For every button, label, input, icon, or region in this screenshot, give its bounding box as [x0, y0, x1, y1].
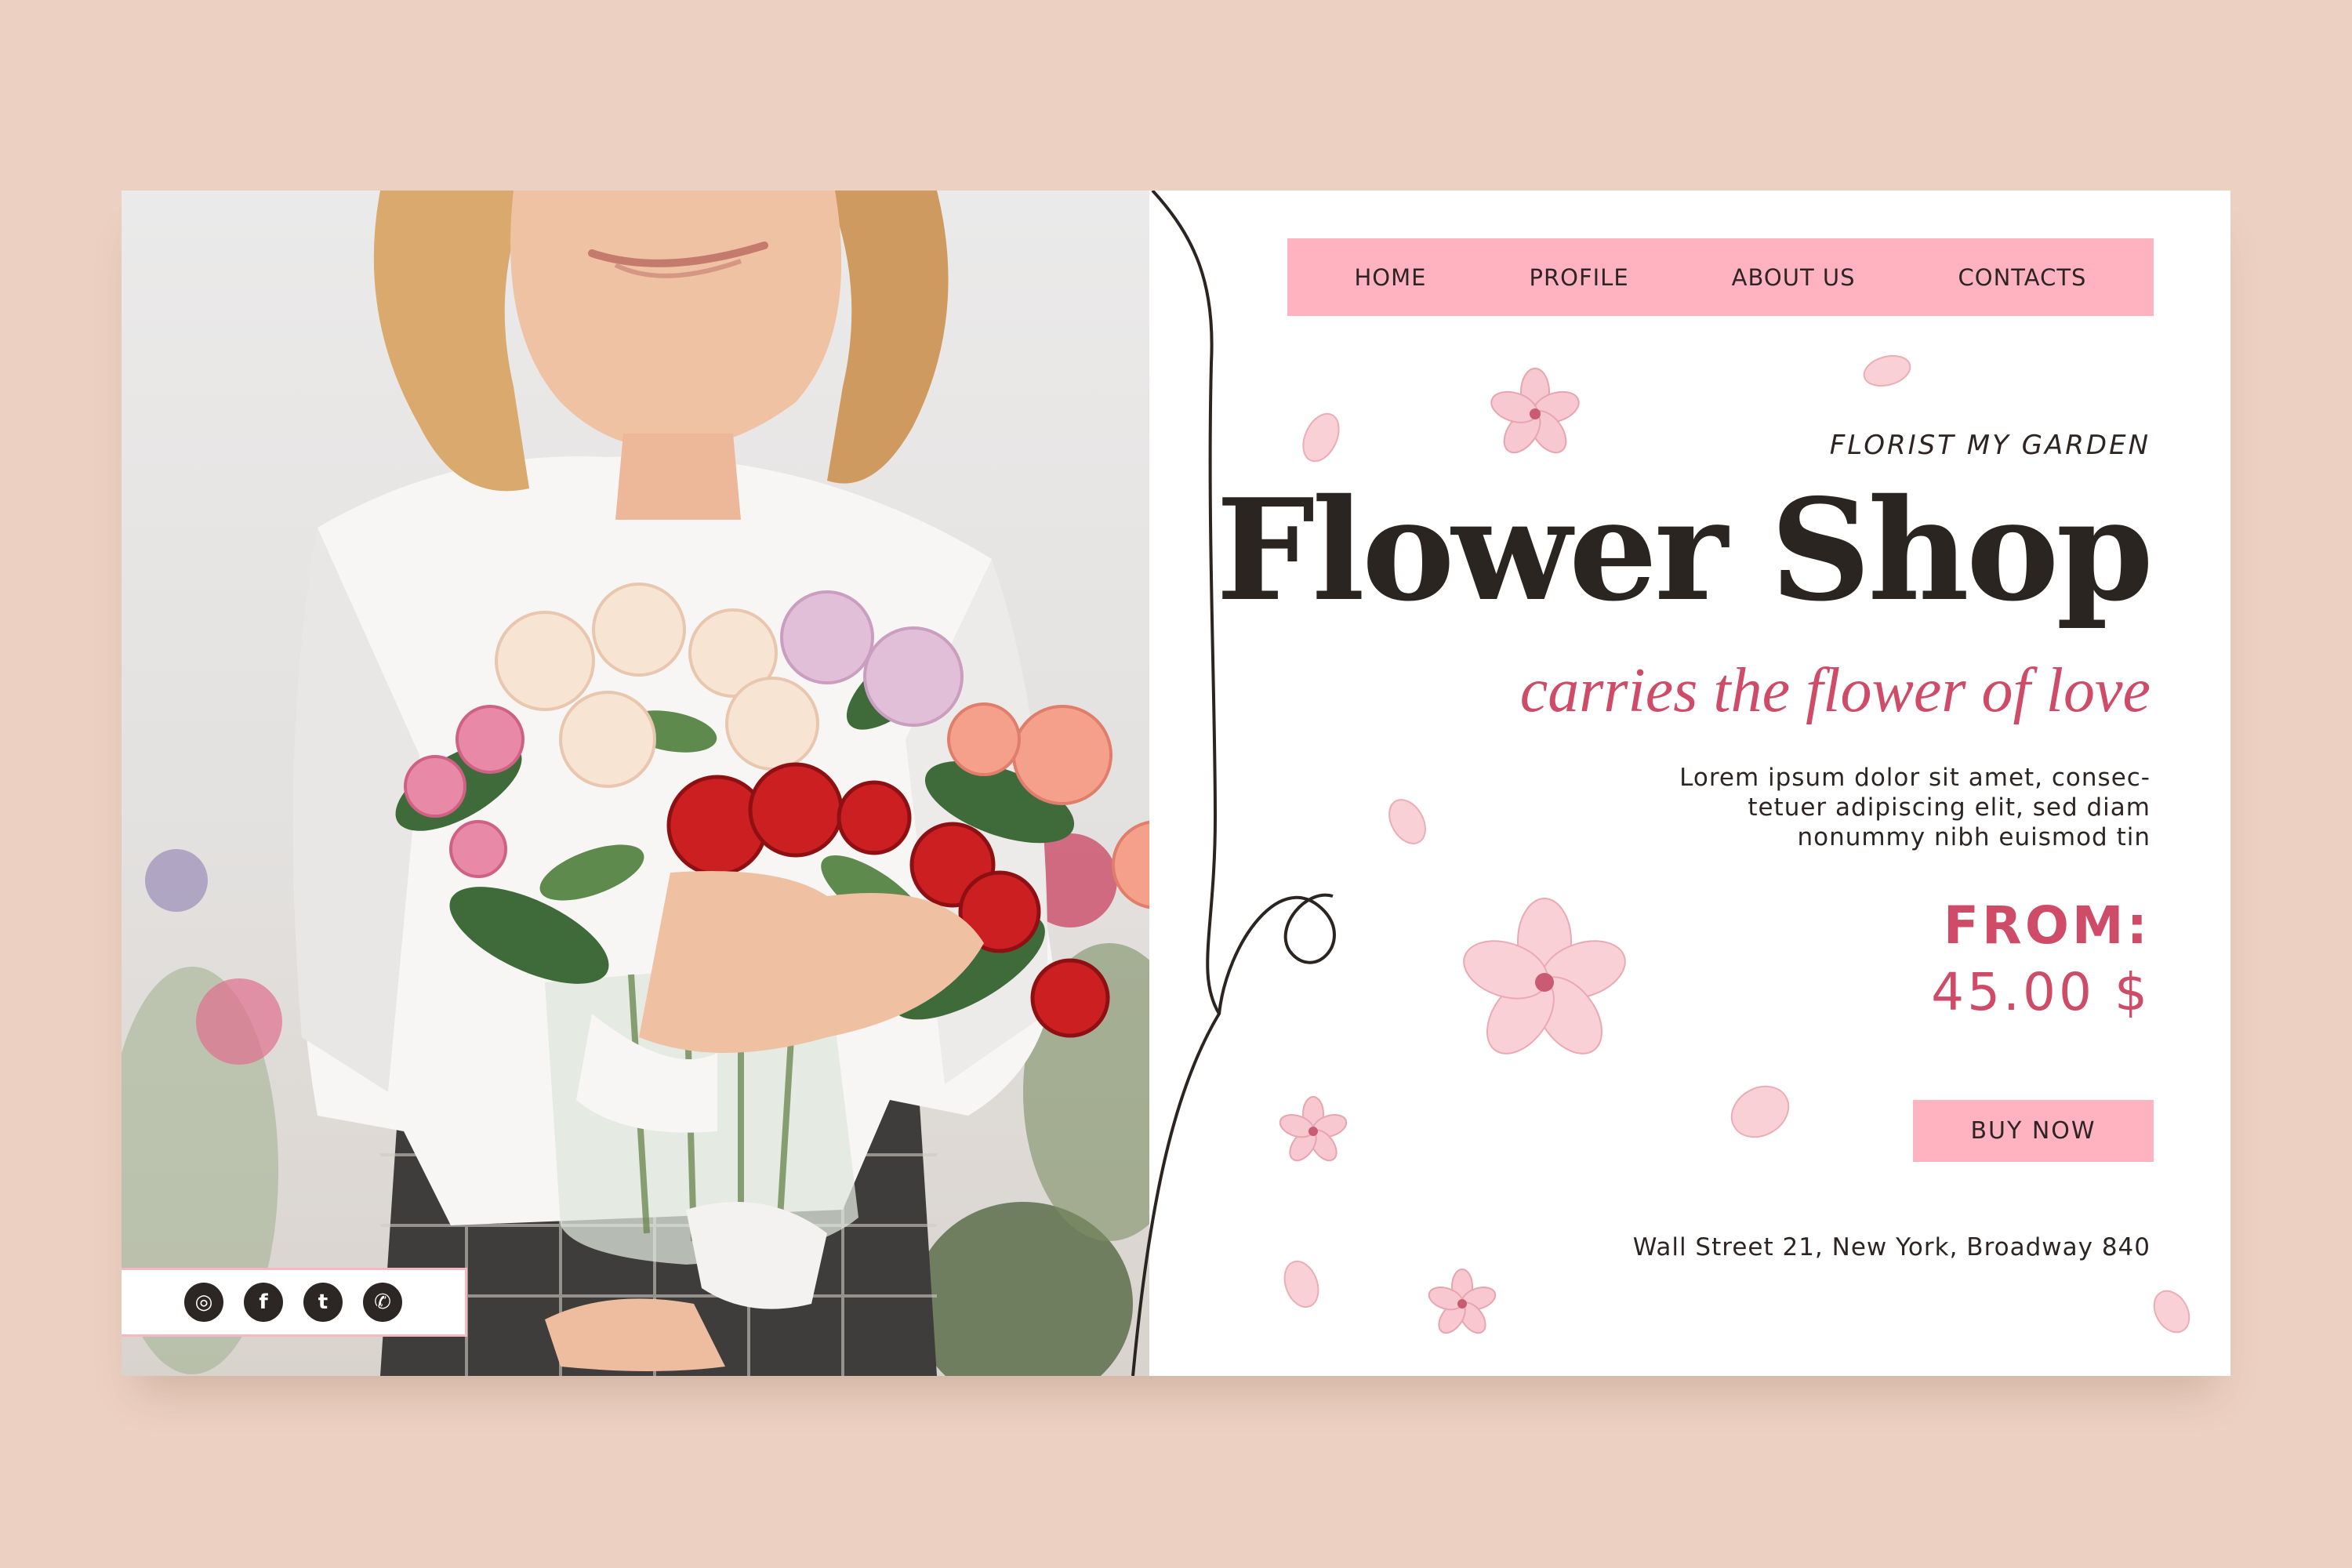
nav-item-profile[interactable]: PROFILE [1529, 264, 1628, 291]
petal-icon [2153, 1290, 2190, 1334]
curved-line-divider [1131, 191, 1221, 1376]
blossom-icon [1463, 898, 1626, 1054]
price-label: FROM: [1943, 895, 2151, 956]
heart-icon [1218, 893, 1336, 1014]
petal-icon [1730, 1085, 1790, 1138]
landing-card: ◎ f t ✆ HOME PROFILE ABOUT US CONTACTS F… [122, 191, 2230, 1376]
main-nav: HOME PROFILE ABOUT US CONTACTS [1287, 238, 2154, 316]
petal-icon [1283, 1260, 1319, 1308]
description-text: Lorem ipsum dolor sit amet, consec- tetu… [1679, 764, 2151, 851]
buy-now-button[interactable]: BUY NOW [1913, 1100, 2154, 1162]
page-title: Flower Shop [1215, 468, 2154, 632]
shop-overline: FLORIST MY GARDEN [1829, 430, 2151, 461]
nav-item-about-us[interactable]: ABOUT US [1732, 264, 1856, 291]
price-value: 45.00 $ [1931, 962, 2151, 1022]
blossom-icon [1490, 368, 1580, 454]
nav-item-home[interactable]: HOME [1355, 264, 1427, 291]
address-text: Wall Street 21, New York, Broadway 840 [1632, 1233, 2151, 1261]
petal-icon [1863, 354, 1911, 387]
petal-icon [1388, 799, 1426, 844]
nav-item-contacts[interactable]: CONTACTS [1958, 264, 2087, 291]
petal-icon [1302, 412, 1340, 463]
tagline: carries the flower of love [1519, 656, 2151, 725]
blossom-icon [1279, 1096, 1348, 1162]
blossom-icon [1428, 1269, 1497, 1334]
